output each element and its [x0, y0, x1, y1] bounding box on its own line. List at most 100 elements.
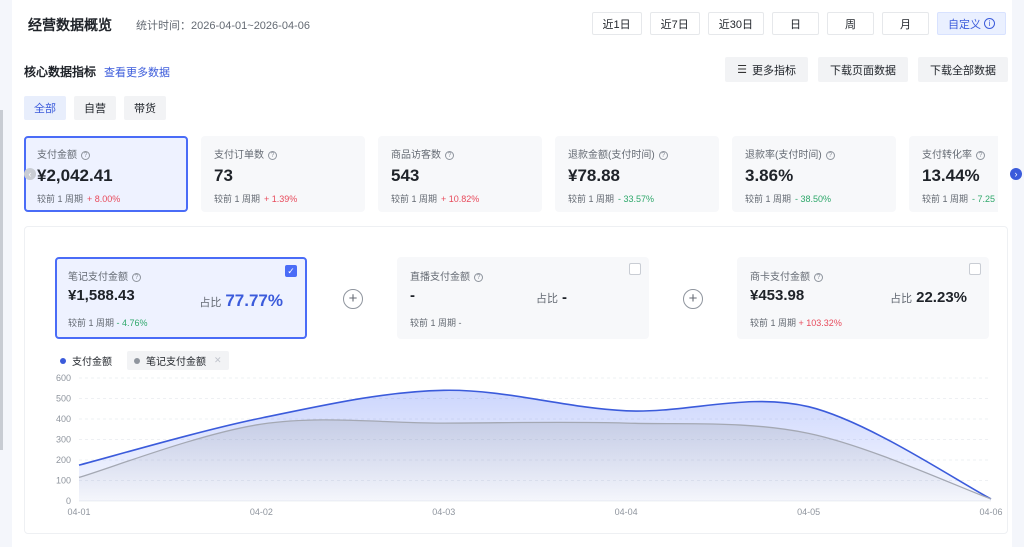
range-month-button[interactable]: 月: [882, 12, 929, 35]
range-custom-label: 自定义: [948, 18, 981, 31]
tab-self-operated[interactable]: 自营: [74, 96, 116, 120]
more-metrics-label: 更多指标: [752, 64, 796, 77]
legend-dot-icon: [60, 357, 66, 364]
y-tick-label: 500: [56, 394, 71, 404]
chart-legend: 支付金额 笔记支付金额 ✕: [53, 351, 229, 370]
breakdown-compare-label: 较前 1 周期: [410, 318, 457, 328]
tab-all[interactable]: 全部: [24, 96, 66, 120]
breakdown-card-live-payment[interactable]: 直播支付金额? - 占比 - 较前 1 周期 -: [397, 257, 649, 339]
legend-item-payment[interactable]: 支付金额: [53, 351, 119, 370]
kpi-value: ¥2,042.41: [37, 166, 113, 185]
sliders-icon: ☰: [737, 64, 747, 76]
kpi-card-refund-amount[interactable]: 退款金额(支付时间)? ¥78.88 较前 1 周期 - 33.57%: [555, 136, 719, 212]
ratio-label: 占比: [199, 297, 222, 309]
download-page-data-button[interactable]: 下载页面数据: [818, 57, 908, 82]
kpi-value: 13.44%: [922, 166, 980, 185]
kpi-delta: - 38.50%: [795, 194, 832, 204]
x-tick-label: 04-06: [979, 507, 1002, 517]
y-tick-label: 300: [56, 435, 71, 445]
y-tick-label: 400: [56, 414, 71, 424]
plus-icon: +: [343, 289, 363, 309]
range-1d-button[interactable]: 近1日: [591, 12, 642, 35]
carousel-prev-icon[interactable]: ‹: [24, 168, 36, 180]
kpi-delta: + 10.82%: [441, 194, 480, 204]
y-tick-label: 100: [56, 476, 71, 486]
y-tick-label: 200: [56, 455, 71, 465]
download-all-data-button[interactable]: 下载全部数据: [918, 57, 1008, 82]
legend-label: 支付金额: [72, 357, 112, 368]
plus-icon: +: [683, 289, 703, 309]
kpi-delta: - 33.57%: [618, 194, 655, 204]
x-tick-label: 04-02: [250, 507, 273, 517]
kpi-value: 543: [391, 166, 420, 185]
info-icon: i: [984, 18, 995, 29]
help-icon: ?: [268, 151, 277, 160]
help-icon: ?: [132, 273, 141, 282]
kpi-delta: + 8.00%: [87, 194, 121, 204]
kpi-label: 退款金额(支付时间): [568, 150, 655, 161]
kpi-card-refund-rate[interactable]: 退款率(支付时间)? 3.86% 较前 1 周期 - 38.50%: [732, 136, 896, 212]
kpi-compare-label: 较前 1 周期: [391, 194, 438, 204]
ratio-label: 占比: [536, 293, 558, 305]
checkbox-checked-icon[interactable]: ✓: [285, 265, 297, 277]
core-metrics-title: 核心数据指标: [24, 65, 97, 79]
breakdown-ratio: 占比 22.23%: [890, 289, 967, 306]
kpi-value: ¥78.88: [568, 166, 620, 185]
y-tick-label: 600: [56, 373, 71, 383]
kpi-label: 退款率(支付时间): [745, 150, 822, 161]
help-icon: ?: [976, 151, 985, 160]
kpi-card-conversion-rate[interactable]: 支付转化率? 13.44% 较前 1 周期 - 7.25: [909, 136, 998, 212]
kpi-label: 商品访客数: [391, 150, 441, 161]
breakdown-ratio: 占比 77.77%: [199, 291, 283, 311]
kpi-card-payment-amount[interactable]: 支付金额? ¥2,042.41 较前 1 周期 + 8.00%: [24, 136, 188, 212]
range-week-button[interactable]: 周: [827, 12, 874, 35]
x-tick-label: 04-04: [615, 507, 638, 517]
kpi-compare-label: 较前 1 周期: [214, 194, 261, 204]
kpi-carousel: 支付金额? ¥2,042.41 较前 1 周期 + 8.00% 支付订单数? 73…: [24, 136, 998, 212]
kpi-compare-label: 较前 1 周期: [568, 194, 615, 204]
range-7d-button[interactable]: 近7日: [649, 12, 700, 35]
more-metrics-button[interactable]: ☰ 更多指标: [725, 57, 808, 82]
window-edge: [0, 110, 3, 450]
help-icon: ?: [81, 151, 90, 160]
kpi-compare-label: 较前 1 周期: [37, 194, 84, 204]
payment-breakdown-panel: 笔记支付金额? ¥1,588.43 占比 77.77% 较前 1 周期 - 4.7…: [24, 226, 1008, 534]
payment-trend-chart: 0 100 200 300 400 500 600 04-01 04-02 04-03 04-04 0…: [56, 373, 1003, 517]
kpi-value: 3.86%: [745, 166, 794, 185]
range-30d-button[interactable]: 近30日: [707, 12, 764, 35]
breakdown-delta: + 103.32%: [798, 318, 842, 328]
checkbox-icon[interactable]: [629, 263, 641, 275]
core-actions: ☰ 更多指标 下载页面数据 下载全部数据: [725, 57, 1008, 82]
breakdown-label: 笔记支付金额: [68, 272, 128, 283]
kpi-label: 支付订单数: [214, 150, 264, 161]
breakdown-card-note-payment[interactable]: 笔记支付金额? ¥1,588.43 占比 77.77% 较前 1 周期 - 4.7…: [55, 257, 307, 339]
date-range-buttons: 近1日 近7日 近30日 日 周 月 自定义 i: [591, 12, 1006, 35]
legend-item-note-payment[interactable]: 笔记支付金额 ✕: [127, 351, 229, 370]
x-tick-label: 04-03: [432, 507, 455, 517]
help-icon: ?: [474, 273, 483, 282]
checkbox-icon[interactable]: [969, 263, 981, 275]
kpi-card-product-visitors[interactable]: 商品访客数? 543 较前 1 周期 + 10.82%: [378, 136, 542, 212]
help-icon: ?: [825, 151, 835, 160]
breakdown-card-card-payment[interactable]: 商卡支付金额? ¥453.98 占比 22.23% 较前 1 周期 + 103.3…: [737, 257, 989, 339]
kpi-card-order-count[interactable]: 支付订单数? 73 较前 1 周期 + 1.39%: [201, 136, 365, 212]
stat-time-range: 统计时间：2026-04-01~2026-04-06: [136, 20, 310, 32]
view-more-data-link[interactable]: 查看更多数据: [104, 64, 170, 80]
close-icon[interactable]: ✕: [214, 355, 222, 366]
carousel-next-icon[interactable]: ›: [1010, 168, 1022, 180]
breakdown-ratio: 占比 -: [536, 289, 567, 306]
breakdown-delta: -: [458, 318, 462, 328]
legend-label: 笔记支付金额: [146, 357, 206, 368]
kpi-label: 支付金额: [37, 150, 77, 161]
kpi-delta: + 1.39%: [264, 194, 298, 204]
kpi-delta: - 7.25: [972, 194, 996, 204]
kpi-compare-label: 较前 1 周期: [922, 194, 969, 204]
range-day-button[interactable]: 日: [772, 12, 819, 35]
range-custom-button[interactable]: 自定义 i: [937, 12, 1006, 35]
x-tick-label: 04-01: [67, 507, 90, 517]
tab-affiliate[interactable]: 带货: [124, 96, 166, 120]
ratio-value: -: [562, 289, 567, 306]
header-bar: 经营数据概览 统计时间：2026-04-01~2026-04-06 近1日 近7…: [12, 0, 1012, 46]
kpi-compare-label: 较前 1 周期: [745, 194, 792, 204]
dashboard-page: 经营数据概览 统计时间：2026-04-01~2026-04-06 近1日 近7…: [12, 0, 1022, 547]
